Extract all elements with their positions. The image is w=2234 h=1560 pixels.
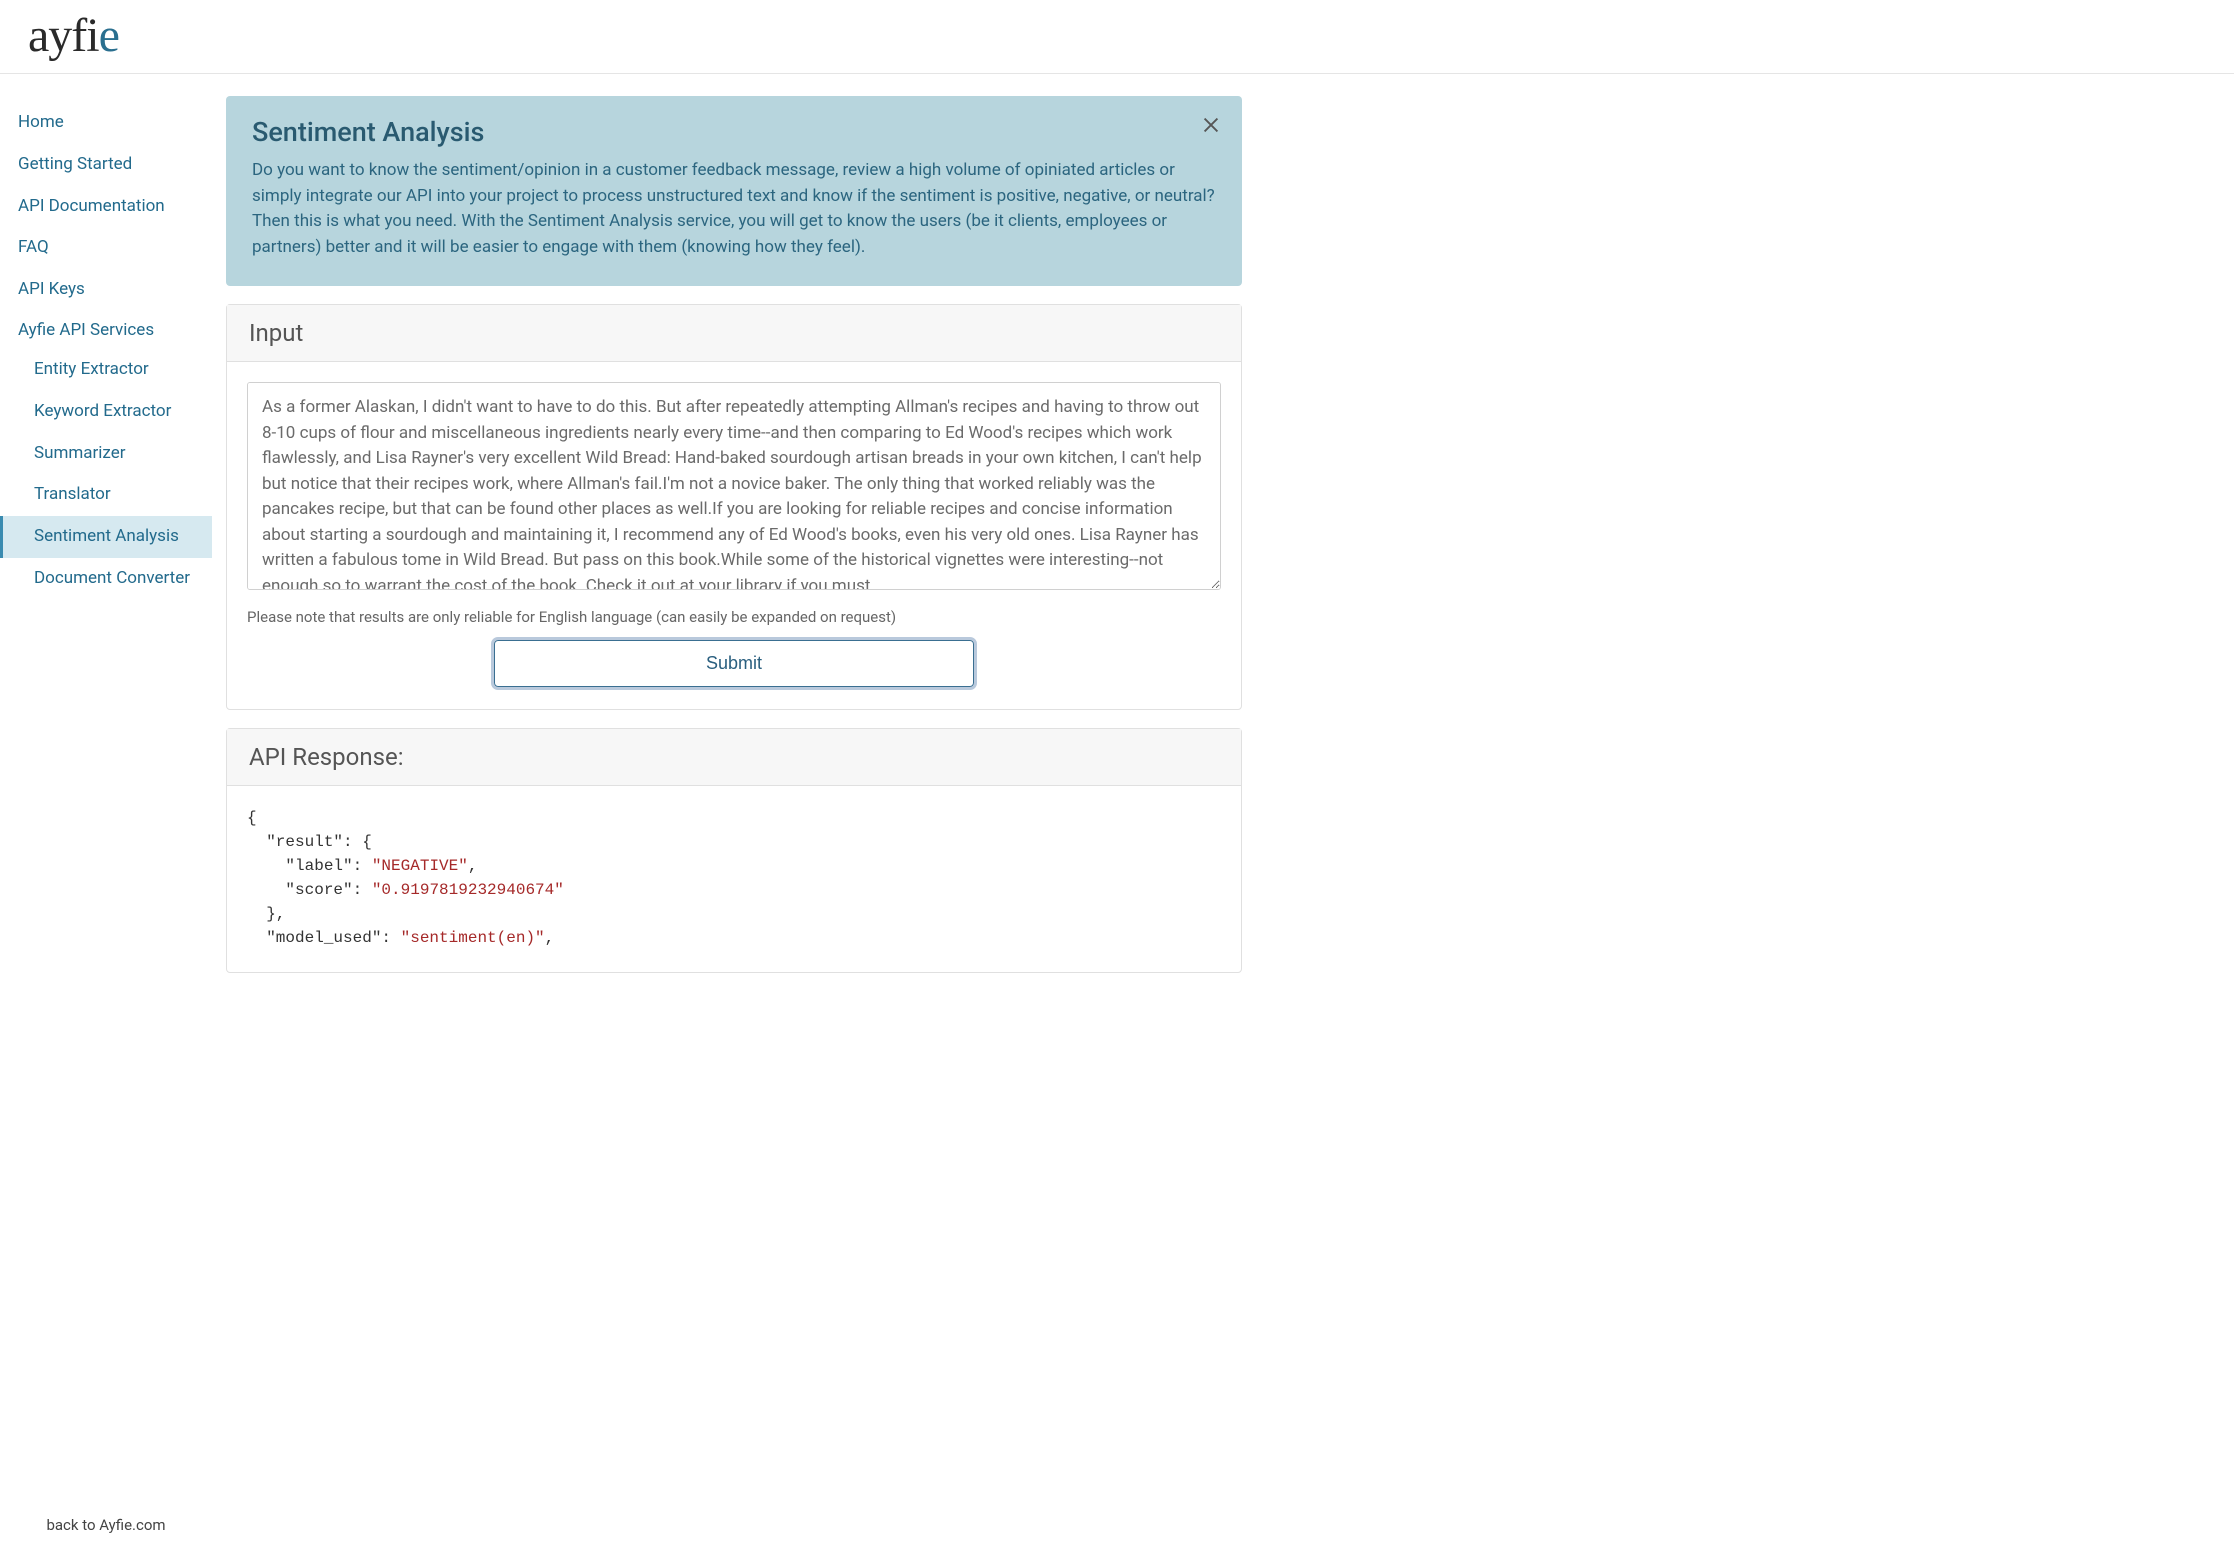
sidebar-item-getting-started[interactable]: Getting Started xyxy=(0,144,212,186)
sidebar-item-sentiment-analysis[interactable]: Sentiment Analysis xyxy=(0,516,212,558)
json-value-score: "0.9197819232940674" xyxy=(372,881,564,899)
json-key-score: "score" xyxy=(285,881,352,899)
back-to-ayfie-link[interactable]: back to Ayfie.com xyxy=(0,1516,212,1534)
response-card: API Response: { "result": { "label": "NE… xyxy=(226,728,1242,973)
sidebar-item-home[interactable]: Home xyxy=(0,102,212,144)
page-description: Do you want to know the sentiment/opinio… xyxy=(252,158,1216,260)
json-value-label: "NEGATIVE" xyxy=(372,857,468,875)
hero-banner: Sentiment Analysis Do you want to know t… xyxy=(226,96,1242,286)
logo-text-accent: e xyxy=(99,8,119,63)
json-key-result: "result" xyxy=(266,833,343,851)
main-content: Sentiment Analysis Do you want to know t… xyxy=(212,74,1272,1554)
page-title: Sentiment Analysis xyxy=(252,116,1216,148)
submit-button[interactable]: Submit xyxy=(494,640,974,687)
sidebar-item-api-documentation[interactable]: API Documentation xyxy=(0,186,212,228)
sidebar-item-translator[interactable]: Translator xyxy=(0,474,212,516)
input-textarea[interactable] xyxy=(247,382,1221,590)
sidebar-item-faq[interactable]: FAQ xyxy=(0,227,212,269)
sidebar-item-api-keys[interactable]: API Keys xyxy=(0,269,212,311)
app-header: ayfie xyxy=(0,0,2234,74)
sidebar-item-summarizer[interactable]: Summarizer xyxy=(0,433,212,475)
logo[interactable]: ayfie xyxy=(28,8,119,63)
sidebar: Home Getting Started API Documentation F… xyxy=(0,74,212,1554)
sidebar-item-entity-extractor[interactable]: Entity Extractor xyxy=(0,349,212,391)
sidebar-item-keyword-extractor[interactable]: Keyword Extractor xyxy=(0,391,212,433)
sidebar-section-api-services[interactable]: Ayfie API Services xyxy=(0,311,212,349)
input-note: Please note that results are only reliab… xyxy=(247,608,1221,626)
json-value-model: "sentiment(en)" xyxy=(401,929,545,947)
input-card-header: Input xyxy=(227,305,1241,362)
input-card: Input Please note that results are only … xyxy=(226,304,1242,710)
json-key-model: "model_used" xyxy=(266,929,381,947)
sidebar-item-document-converter[interactable]: Document Converter xyxy=(0,558,212,600)
response-card-header: API Response: xyxy=(227,729,1241,786)
json-output: { "result": { "label": "NEGATIVE", "scor… xyxy=(247,806,1221,950)
json-key-label: "label" xyxy=(285,857,352,875)
logo-text-main: ayfi xyxy=(28,8,99,63)
close-hero-button[interactable] xyxy=(1200,114,1222,140)
close-icon xyxy=(1200,114,1222,136)
